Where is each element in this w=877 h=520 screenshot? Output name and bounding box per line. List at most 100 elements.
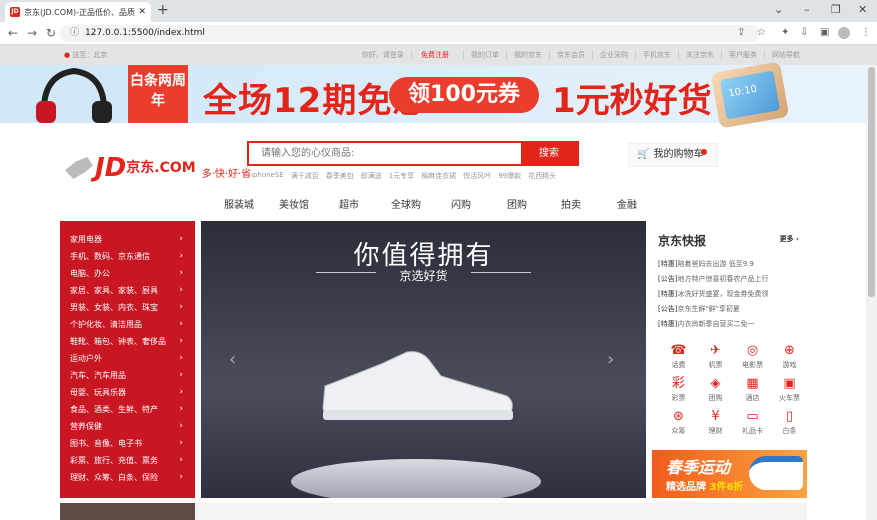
hero-carousel[interactable]: 你值得拥有 京选好货 ‹ › — [201, 221, 646, 498]
profile-avatar[interactable] — [838, 27, 850, 39]
news-item[interactable]: [特惠]陪着爸妈去出游 低至9.9 — [658, 257, 807, 272]
close-tab-icon[interactable]: ✕ — [138, 7, 146, 17]
category-item[interactable]: 彩票、旅行、充值、票务 › — [60, 452, 195, 469]
service-item[interactable]: ▦ 酒店 — [734, 373, 771, 406]
category-item[interactable]: 理财、众筹、白条、保险 › — [60, 469, 195, 486]
service-item[interactable]: 彩彩票 — [660, 373, 697, 406]
news-more-link[interactable]: 更多 › — [780, 234, 799, 244]
hot-word[interactable]: 满千减百 — [291, 171, 319, 181]
info-icon[interactable]: ⓘ — [70, 28, 79, 38]
shortcut-bar: ● 送至：北京 你好，请登录 免费注册 我的订单 我的京东 京东会员 企业采购 … — [0, 45, 877, 65]
nav-item[interactable]: 美妆馆 — [279, 196, 339, 211]
nav-item[interactable]: 全球购 — [391, 196, 451, 211]
category-item[interactable]: 食品、酒类、生鲜、特产 › — [60, 401, 195, 418]
news-item[interactable]: [特惠]冰洗好货盛宴，现金券免费领 — [658, 287, 807, 302]
service-item[interactable]: ¥ 理财 — [697, 406, 734, 439]
minimize-icon[interactable]: – — [804, 3, 810, 16]
nav-item[interactable]: 超市 — [339, 196, 391, 211]
chevron-down-icon[interactable]: ⌄ — [774, 3, 783, 16]
close-window-icon[interactable]: ✕ — [858, 3, 867, 16]
link-mobile[interactable]: 手机京东 — [636, 50, 679, 60]
category-item[interactable]: 家居、家具、家装、厨具 › — [60, 282, 195, 299]
news-item[interactable]: [特惠]内衣尚新季自营买二免一 — [658, 317, 807, 332]
page-scrollbar[interactable] — [866, 65, 877, 520]
groupbuy-icon: ◈ — [710, 376, 721, 391]
news-text: 内衣尚新季自营买二免一 — [677, 320, 755, 328]
bookmark-star-icon[interactable]: ☆ — [757, 27, 766, 38]
hot-word[interactable]: 悦活风吟 — [463, 171, 491, 181]
category-item[interactable]: 手机、数码、京东通信 › — [60, 248, 195, 265]
new-tab-icon[interactable]: + — [157, 2, 169, 18]
promo-banner[interactable]: 春季运动 精选品牌 3件6折 — [652, 450, 807, 498]
link-myjd[interactable]: 我的京东 — [507, 50, 550, 60]
nav-item[interactable]: 拍卖 — [561, 196, 617, 211]
category-item[interactable]: 汽车、汽车用品 › — [60, 367, 195, 384]
news-tag: [公告] — [658, 305, 678, 313]
service-item[interactable]: ▣ 火车票 — [771, 373, 808, 406]
hot-word[interactable]: 棉麻连衣裙 — [421, 171, 456, 181]
link-vip[interactable]: 京东会员 — [550, 50, 593, 60]
delivery-location[interactable]: ● 送至：北京 — [64, 45, 107, 65]
extensions-icon[interactable]: ✦ — [781, 27, 789, 38]
category-item[interactable]: 个护化妆、清洁用品 › — [60, 316, 195, 333]
register-link[interactable]: 免费注册 — [414, 51, 456, 59]
hot-word[interactable]: 1元专享 — [389, 171, 414, 181]
service-item[interactable]: ✈ 机票 — [697, 340, 734, 373]
top-banner[interactable]: 白条两周年 全场12期免息 领100元券 1元秒好货 10:10 — [0, 61, 866, 129]
hot-word[interactable]: 99爆款 — [498, 171, 521, 181]
back-icon[interactable]: ← — [8, 26, 18, 40]
chevron-right-icon: › — [179, 438, 183, 448]
category-item[interactable]: 鞋靴、箱包、钟表、奢侈品 › — [60, 333, 195, 350]
hot-word[interactable]: 花西精头 — [528, 171, 556, 181]
maximize-icon[interactable]: ❐ — [831, 3, 841, 16]
nav-item[interactable]: 金融 — [617, 196, 657, 211]
service-item[interactable]: ▭ 礼品卡 — [734, 406, 771, 439]
nav-item[interactable]: 服装城 — [224, 196, 279, 211]
search-input[interactable] — [249, 143, 521, 164]
news-item[interactable]: [公告]京东生鲜"鲜"享初夏 — [658, 302, 807, 317]
hot-word[interactable]: iphoneSE — [251, 171, 284, 181]
jd-logo[interactable]: JD 京东.COM 多·快·好·省 — [65, 153, 251, 183]
forward-icon[interactable]: → — [27, 26, 37, 40]
service-item[interactable]: ▯ 白条 — [771, 406, 808, 439]
download-icon[interactable]: ⇩ — [800, 27, 808, 38]
category-item[interactable]: 电脑、办公 › — [60, 265, 195, 282]
greeting[interactable]: 你好，请登录 — [354, 51, 412, 59]
carousel-prev-icon[interactable]: ‹ — [229, 349, 236, 370]
hot-word[interactable]: 春季美包 — [326, 171, 354, 181]
menu-kebab-icon[interactable]: ⋮ — [861, 27, 871, 38]
search-button[interactable]: 搜索 — [521, 143, 577, 164]
service-item[interactable]: ☎ 话费 — [660, 340, 697, 373]
chevron-right-icon: › — [179, 234, 183, 244]
reload-icon[interactable]: ↻ — [46, 26, 56, 40]
sidepanel-icon[interactable]: ▣ — [820, 27, 829, 38]
category-item[interactable]: 家用电器 › — [60, 231, 195, 248]
link-follow[interactable]: 关注京东 — [679, 50, 722, 60]
category-item[interactable]: 母婴、玩具乐器 › — [60, 384, 195, 401]
hot-word[interactable]: 即满送 — [361, 171, 382, 181]
service-item[interactable]: ◈ 团购 — [697, 373, 734, 406]
category-item[interactable]: 男装、女装、内衣、珠宝 › — [60, 299, 195, 316]
crowdfund-icon: ⊛ — [673, 409, 684, 424]
category-item[interactable]: 营养保健 › — [60, 418, 195, 435]
url-field[interactable]: ⓘ 127.0.0.1:5500/index.html — [60, 25, 760, 42]
category-item[interactable]: 图书、音像、电子书 › — [60, 435, 195, 452]
login-prompt[interactable]: 你好，请登录 免费注册 — [348, 50, 464, 60]
cart-button[interactable]: 🛒 我的购物车 — [628, 143, 718, 167]
coupon-button[interactable]: 领100元券 — [389, 77, 539, 113]
link-orders[interactable]: 我的订单 — [464, 50, 507, 60]
scrollbar-thumb[interactable] — [868, 67, 875, 297]
browser-tab[interactable]: JD 京东(JD.COM)-正品低价、品质 ✕ — [5, 2, 151, 22]
service-item[interactable]: ⊕ 游戏 — [771, 340, 808, 373]
link-service[interactable]: 客户服务 — [722, 50, 765, 60]
link-sitemap[interactable]: 网站导航 — [765, 50, 807, 60]
category-item[interactable]: 运动户外 › — [60, 350, 195, 367]
service-item[interactable]: ⊛ 众筹 — [660, 406, 697, 439]
carousel-next-icon[interactable]: › — [607, 349, 614, 370]
news-item[interactable]: [公告]地方特产惊喜初春农产品上行 — [658, 272, 807, 287]
nav-item[interactable]: 闪购 — [451, 196, 507, 211]
service-item[interactable]: ◎ 电影票 — [734, 340, 771, 373]
share-icon[interactable]: ⇪ — [737, 27, 745, 38]
nav-item[interactable]: 团购 — [507, 196, 561, 211]
link-enterprise[interactable]: 企业采购 — [593, 50, 636, 60]
